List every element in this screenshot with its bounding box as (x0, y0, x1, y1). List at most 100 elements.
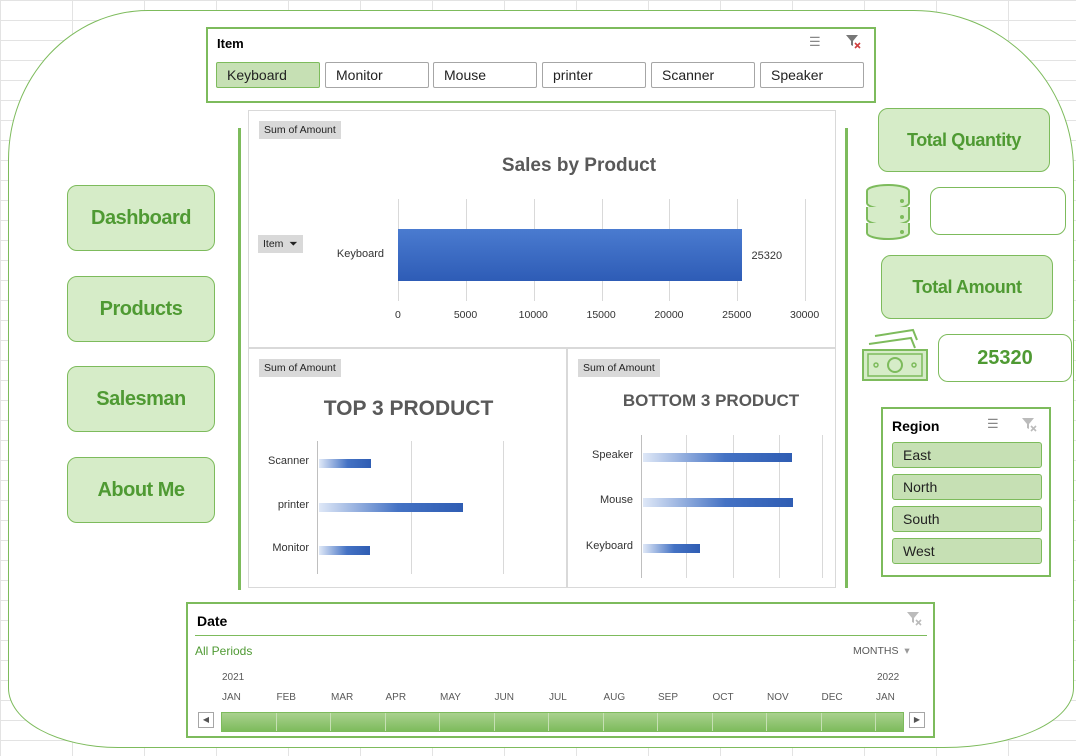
month-label: JUN (494, 692, 514, 703)
item-slicer-title: Item (217, 36, 244, 51)
date-timeline: Date All Periods MONTHS ▾ 2021 2022 JAN F… (186, 602, 935, 738)
category-label: Speaker (592, 449, 633, 461)
month-label: FEB (276, 692, 296, 703)
gridline (822, 435, 823, 578)
item-chip-monitor[interactable]: Monitor (325, 62, 429, 88)
sales-by-product-chart[interactable]: Sum of Amount Sales by Product Item ⏷ 05… (248, 110, 836, 348)
item-chip-mouse[interactable]: Mouse (433, 62, 537, 88)
year-end-label: 2022 (877, 672, 900, 683)
month-label: MAY (440, 692, 461, 703)
month-separator (548, 713, 549, 731)
region-chip-south[interactable]: South (892, 506, 1042, 532)
cash-icon (861, 328, 931, 389)
item-chip-printer[interactable]: printer (542, 62, 646, 88)
category-label: Keyboard (585, 540, 633, 552)
month-separator (493, 713, 495, 731)
x-tick-label: 10000 (518, 309, 548, 321)
region-chip-east[interactable]: East (892, 442, 1042, 468)
month-separator (820, 713, 822, 731)
bar (319, 503, 463, 512)
bottom3-product-chart[interactable]: Sum of Amount BOTTOM 3 PRODUCT Speaker Mo… (567, 348, 836, 588)
total-quantity-value (930, 187, 1066, 235)
month-label: JAN (876, 692, 895, 703)
month-label: APR (385, 692, 407, 703)
category-label: Mouse (599, 494, 633, 506)
scroll-left-button[interactable]: ◀ (198, 712, 214, 728)
axis-line (317, 441, 318, 574)
gridline (805, 199, 806, 301)
chevron-down-icon: ▾ (901, 645, 910, 657)
category-label: Keyboard (336, 248, 384, 260)
products-button[interactable]: Products (67, 276, 215, 342)
month-separator (275, 713, 277, 731)
x-tick-label: 30000 (790, 309, 820, 321)
month-label: OCT (712, 692, 734, 703)
total-amount-value: 25320 (938, 334, 1072, 382)
bar (398, 229, 742, 281)
x-tick-label: 20000 (654, 309, 684, 321)
data-label: 25320 (751, 250, 783, 262)
item-slicer: Item ☰ Keyboard Monitor Mouse printer Sc… (206, 27, 876, 103)
month-label: AUG (603, 692, 626, 703)
month-label: DEC (821, 692, 843, 703)
gridline (503, 441, 504, 574)
chart-plot: Scanner printer Monitor (249, 349, 568, 589)
category-label: printer (277, 499, 309, 511)
item-chip-scanner[interactable]: Scanner (651, 62, 755, 88)
x-tick-label: 0 (395, 309, 401, 321)
month-separator (384, 713, 386, 731)
month-separator (711, 713, 713, 731)
month-label: JUL (549, 692, 567, 703)
month-label: JAN (222, 692, 241, 703)
item-chip-speaker[interactable]: Speaker (760, 62, 864, 88)
month-separator (875, 713, 876, 731)
bar (319, 546, 371, 555)
month-separator (330, 713, 331, 731)
x-tick-label: 5000 (453, 309, 478, 321)
month-label: NOV (767, 692, 789, 703)
total-quantity-button[interactable]: Total Quantity (878, 108, 1050, 172)
granularity-dropdown[interactable]: MONTHS ▾ (853, 645, 910, 657)
region-slicer-title: Region (892, 418, 940, 434)
region-chip-north[interactable]: North (892, 474, 1042, 500)
right-divider (845, 128, 848, 588)
top3-product-chart[interactable]: Sum of Amount TOP 3 PRODUCT Scanner print… (248, 348, 567, 588)
x-tick-label: 25000 (722, 309, 752, 321)
x-tick-label: 15000 (586, 309, 616, 321)
scroll-right-button[interactable]: ▶ (909, 712, 925, 728)
clear-filter-icon[interactable] (1021, 416, 1037, 435)
bar (643, 498, 793, 507)
about-me-button[interactable]: About Me (67, 457, 215, 523)
month-separator (766, 713, 767, 731)
item-chip-keyboard[interactable]: Keyboard (216, 62, 320, 88)
region-chip-west[interactable]: West (892, 538, 1042, 564)
clear-filter-icon[interactable] (906, 610, 922, 629)
timeline-divider (195, 635, 927, 636)
timeline-separators (222, 713, 903, 731)
year-start-label: 2021 (222, 672, 245, 683)
bar (319, 459, 372, 468)
dashboard-button[interactable]: Dashboard (67, 185, 215, 251)
region-slicer: Region ☰ East North South West (881, 407, 1051, 577)
timeline-bar[interactable] (221, 712, 904, 732)
month-label: SEP (658, 692, 679, 703)
bar (643, 544, 700, 553)
category-label: Scanner (268, 455, 309, 467)
multi-select-icon[interactable]: ☰ (987, 416, 999, 432)
clear-filter-icon[interactable] (845, 33, 861, 52)
all-periods-label: All Periods (195, 644, 253, 658)
month-separator (657, 713, 658, 731)
month-separator (602, 713, 604, 731)
multi-select-icon[interactable]: ☰ (809, 34, 821, 50)
month-label: MAR (331, 692, 354, 703)
axis-line (641, 435, 642, 578)
left-divider (238, 128, 241, 590)
salesman-button[interactable]: Salesman (67, 366, 215, 432)
chart-plot: Speaker Mouse Keyboard (568, 349, 837, 589)
chart-plot: 0 5000 10000 15000 20000 25000 30000 Keyboard 25… (249, 111, 837, 349)
category-label: Monitor (272, 542, 309, 554)
month-separator (439, 713, 440, 731)
total-amount-button[interactable]: Total Amount (881, 255, 1053, 319)
granularity-label: MONTHS (853, 645, 899, 657)
bar (643, 453, 792, 462)
